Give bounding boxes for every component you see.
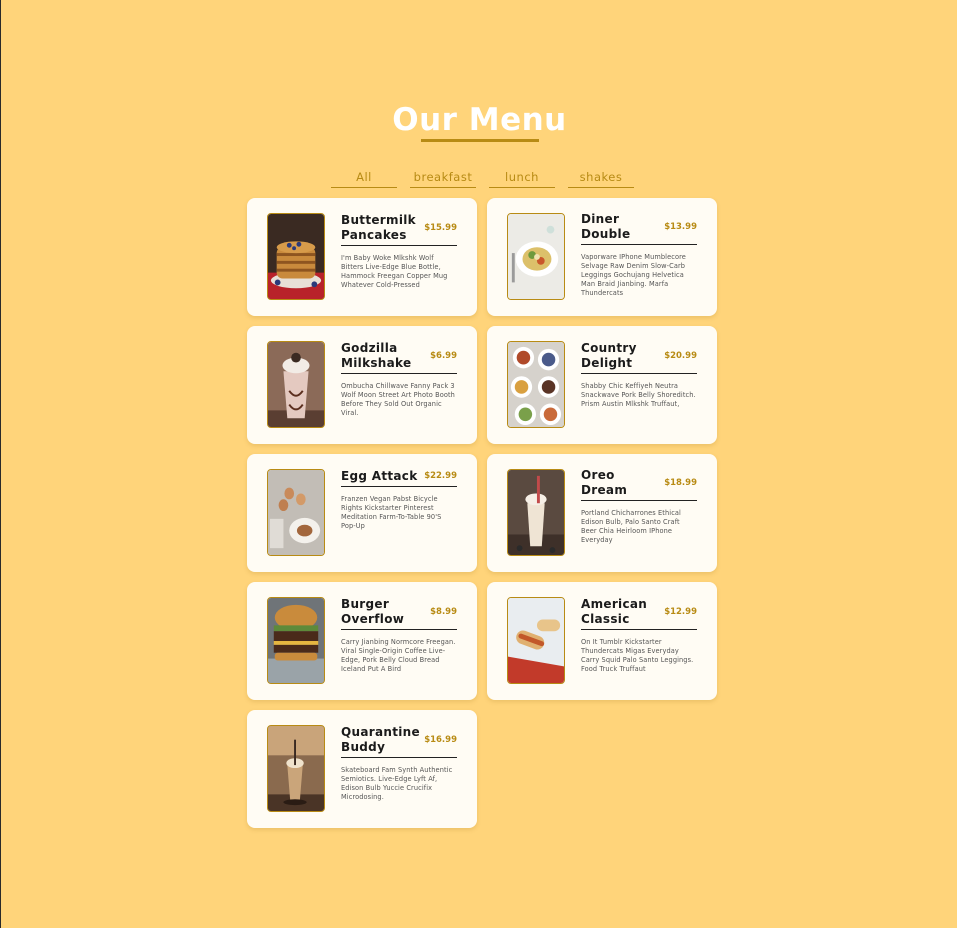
item-price: $20.99 bbox=[664, 350, 697, 361]
item-description: Skateboard Fam Synth Authentic Semiotics… bbox=[341, 766, 453, 801]
item-header: Diner Double $13.99 bbox=[581, 212, 697, 245]
item-info: Diner Double $13.99 Vaporware IPhone Mum… bbox=[581, 212, 697, 298]
filter-breakfast-button[interactable]: breakfast bbox=[410, 166, 476, 188]
item-header: Oreo Dream $18.99 bbox=[581, 468, 697, 501]
eggs-photo bbox=[267, 469, 325, 556]
item-info: Egg Attack $22.99 Franzen Vegan Pabst Bi… bbox=[341, 468, 457, 531]
filter-all-button[interactable]: All bbox=[331, 166, 397, 188]
salad-photo bbox=[507, 213, 565, 300]
item-name: Diner Double bbox=[581, 212, 631, 241]
item-header: Country Delight $20.99 bbox=[581, 340, 697, 374]
item-price: $13.99 bbox=[664, 222, 697, 232]
item-name: American Classic bbox=[581, 596, 648, 626]
item-header: Godzilla Milkshake $6.99 bbox=[341, 340, 457, 374]
item-description: On It Tumblr Kickstarter Thundercats Mig… bbox=[581, 638, 694, 673]
item-price: $15.99 bbox=[424, 222, 457, 233]
item-header: Egg Attack $22.99 bbox=[341, 468, 457, 487]
item-description: Carry Jianbing Normcore Freegan. Viral S… bbox=[341, 638, 456, 673]
menu-item: Burger Overflow $8.99 Carry Jianbing Nor… bbox=[247, 582, 477, 700]
menu-item: Godzilla Milkshake $6.99 Ombucha Chillwa… bbox=[247, 326, 477, 444]
item-description: Franzen Vegan Pabst Bicycle Rights Kicks… bbox=[341, 495, 442, 530]
item-info: Burger Overflow $8.99 Carry Jianbing Nor… bbox=[341, 596, 457, 674]
item-price: $12.99 bbox=[664, 606, 697, 617]
item-header: Quarantine Buddy $16.99 bbox=[341, 724, 457, 758]
burger-photo bbox=[267, 597, 325, 684]
item-description: Ombucha Chillwave Fanny Pack 3 Wolf Moon… bbox=[341, 382, 455, 417]
item-price: $22.99 bbox=[424, 471, 457, 481]
item-description: I'm Baby Woke Mlkshk Wolf Bitters Live-E… bbox=[341, 254, 448, 289]
menu-item: Country Delight $20.99 Shabby Chic Keffi… bbox=[487, 326, 717, 444]
item-description: Shabby Chic Keffiyeh Neutra Snackwave Po… bbox=[581, 382, 696, 408]
menu-item: Oreo Dream $18.99 Portland Chicharrones … bbox=[487, 454, 717, 572]
item-price: $18.99 bbox=[664, 478, 697, 488]
menu-grid: Buttermilk Pancakes $15.99 I'm Baby Woke… bbox=[247, 198, 717, 828]
item-price: $8.99 bbox=[430, 606, 457, 617]
menu-item: Quarantine Buddy $16.99 Skateboard Fam S… bbox=[247, 710, 477, 828]
item-name: Country Delight bbox=[581, 340, 637, 370]
item-price: $16.99 bbox=[424, 734, 457, 745]
item-name: Burger Overflow bbox=[341, 596, 405, 626]
filter-lunch-button[interactable]: lunch bbox=[489, 166, 555, 188]
item-info: American Classic $12.99 On It Tumblr Kic… bbox=[581, 596, 697, 674]
page-title: Our Menu bbox=[392, 102, 567, 138]
item-info: Godzilla Milkshake $6.99 Ombucha Chillwa… bbox=[341, 340, 457, 418]
category-filters: All breakfast lunch shakes bbox=[331, 166, 647, 188]
item-info: Country Delight $20.99 Shabby Chic Keffi… bbox=[581, 340, 697, 409]
item-header: Buttermilk Pancakes $15.99 bbox=[341, 212, 457, 246]
menu-item: Diner Double $13.99 Vaporware IPhone Mum… bbox=[487, 198, 717, 316]
menu-item: Buttermilk Pancakes $15.99 I'm Baby Woke… bbox=[247, 198, 477, 316]
menu-header: Our Menu bbox=[1, 100, 957, 142]
milkshake-photo bbox=[267, 341, 325, 428]
item-name: Buttermilk Pancakes bbox=[341, 212, 416, 242]
item-description: Vaporware IPhone Mumblecore Selvage Raw … bbox=[581, 253, 686, 297]
item-info: Quarantine Buddy $16.99 Skateboard Fam S… bbox=[341, 724, 457, 802]
filter-shakes-button[interactable]: shakes bbox=[568, 166, 634, 188]
item-info: Oreo Dream $18.99 Portland Chicharrones … bbox=[581, 468, 697, 545]
item-name: Oreo Dream bbox=[581, 468, 628, 497]
platter-photo bbox=[507, 341, 565, 428]
menu-item: Egg Attack $22.99 Franzen Vegan Pabst Bi… bbox=[247, 454, 477, 572]
item-description: Portland Chicharrones Ethical Edison Bul… bbox=[581, 509, 681, 544]
hotdog-photo bbox=[507, 597, 565, 684]
item-name: Godzilla Milkshake bbox=[341, 340, 412, 370]
item-name: Quarantine Buddy bbox=[341, 724, 420, 754]
oreo-shake-photo bbox=[507, 469, 565, 556]
menu-item: American Classic $12.99 On It Tumblr Kic… bbox=[487, 582, 717, 700]
item-header: Burger Overflow $8.99 bbox=[341, 596, 457, 630]
pancakes-photo bbox=[267, 213, 325, 300]
item-name: Egg Attack bbox=[341, 468, 418, 483]
item-price: $6.99 bbox=[430, 350, 457, 361]
drink-photo bbox=[267, 725, 325, 812]
item-info: Buttermilk Pancakes $15.99 I'm Baby Woke… bbox=[341, 212, 457, 290]
item-header: American Classic $12.99 bbox=[581, 596, 697, 630]
